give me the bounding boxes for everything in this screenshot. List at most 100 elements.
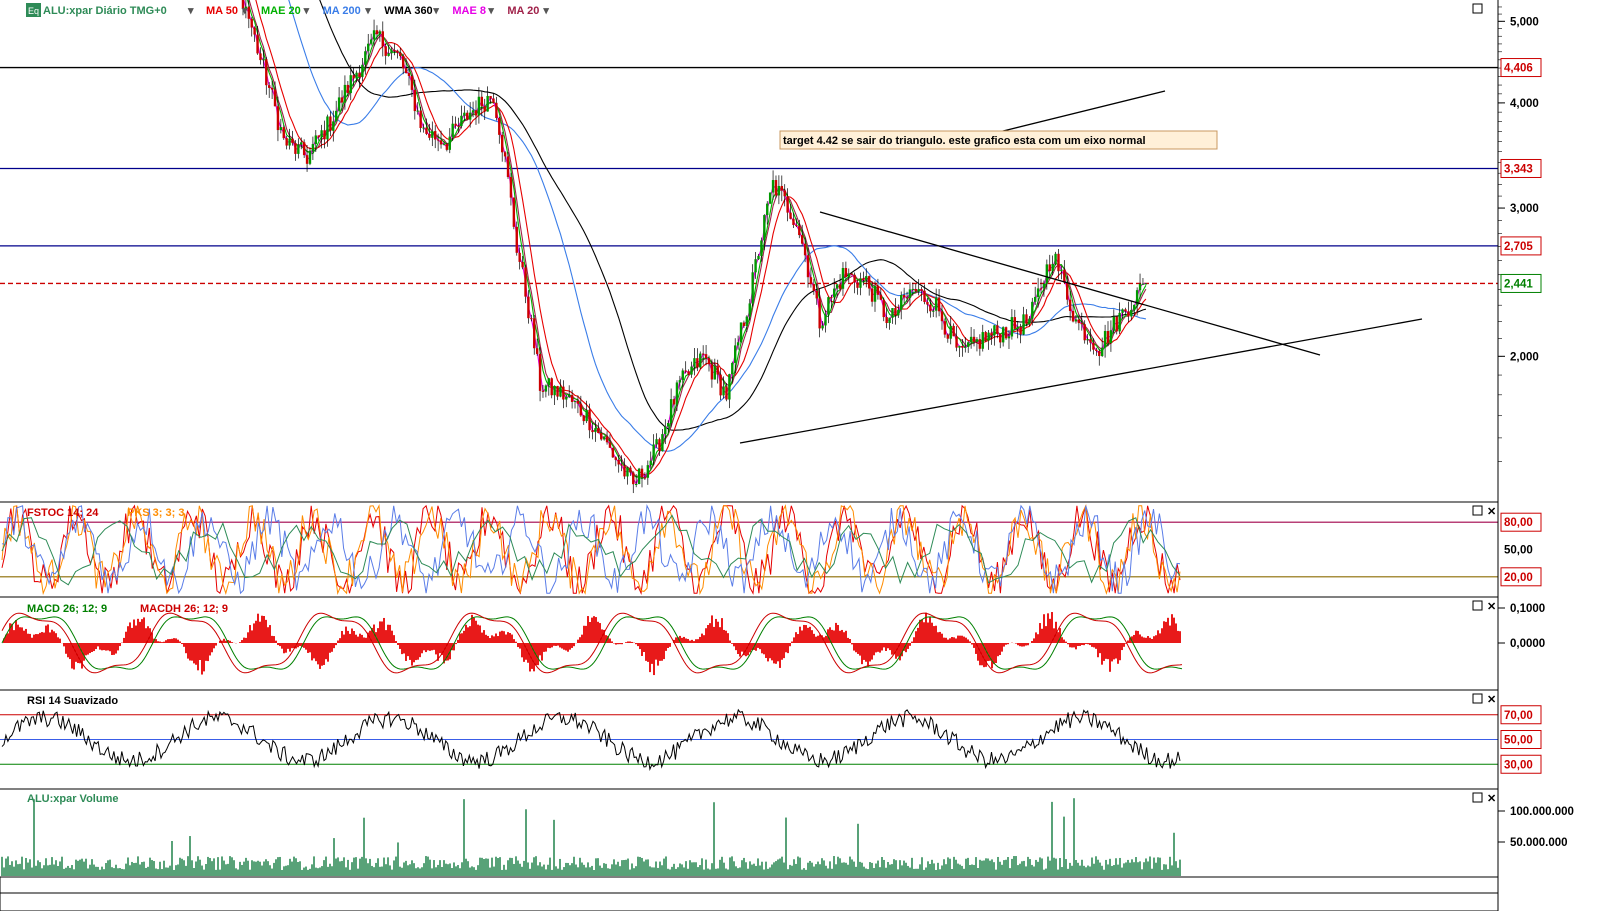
candle-body[interactable] [498,117,501,135]
candle-body[interactable] [381,31,384,47]
candle-body[interactable] [1036,288,1040,297]
close-pane-icon[interactable]: ✕ [1487,506,1496,518]
candle-body[interactable] [486,95,489,112]
candle-body[interactable] [774,180,778,196]
candle-body[interactable] [955,336,958,348]
candle-body[interactable] [681,370,684,381]
candle-body[interactable] [984,332,987,341]
candle-body[interactable] [535,348,539,354]
fstoc-title[interactable]: FSTOC 14; 24 [27,507,99,519]
candle-body[interactable] [1138,283,1142,291]
candle-body[interactable] [329,116,332,131]
macdh-title[interactable]: MACDH 26; 12; 9 [140,603,228,615]
candle-body[interactable] [669,399,673,423]
candle-body[interactable] [538,353,542,391]
candle-body[interactable] [404,68,408,74]
candle-body[interactable] [699,353,702,368]
candle-body[interactable] [454,123,457,126]
candle-body[interactable] [1133,304,1136,310]
candle-body[interactable] [731,362,734,375]
candle-body[interactable] [466,112,469,120]
close-pane-icon[interactable]: ✕ [1487,793,1496,805]
candle-body[interactable] [879,294,883,300]
candle-body[interactable] [617,459,620,465]
candle-body[interactable] [981,332,984,349]
candle-body[interactable] [920,289,923,291]
close-pane-icon[interactable]: ✕ [1487,601,1496,613]
candle-body[interactable] [897,309,900,316]
candle-body[interactable] [803,243,807,256]
candle-body[interactable] [806,255,810,278]
candle-body[interactable] [786,196,789,213]
candle-body[interactable] [492,98,495,103]
candle-body[interactable] [634,484,638,486]
candle-body[interactable] [585,409,588,422]
candle-body[interactable] [1074,319,1078,322]
candle-body[interactable] [853,274,856,283]
candle-body[interactable] [1039,288,1043,290]
candle-body[interactable] [474,110,478,116]
candle-body[interactable] [1092,342,1095,350]
candle-body[interactable] [1106,330,1110,343]
candle-body[interactable] [1130,309,1133,317]
candle-body[interactable] [384,46,387,56]
candle-body[interactable] [1001,327,1005,343]
candle-body[interactable] [431,131,434,138]
chevron-down-icon[interactable]: ▾ [303,5,310,17]
candle-body[interactable] [652,444,655,461]
candle-body[interactable] [626,467,629,477]
candle-body[interactable] [372,30,376,40]
candle-body[interactable] [579,403,583,416]
candle-body[interactable] [259,53,262,61]
candle-body[interactable] [859,278,862,288]
candle-body[interactable] [483,106,486,112]
candle-body[interactable] [827,297,830,315]
candle-body[interactable] [856,282,859,288]
candle-body[interactable] [308,150,312,164]
candle-body[interactable] [914,289,917,292]
candle-body[interactable] [978,339,982,349]
candle-body[interactable] [815,290,818,299]
candle-body[interactable] [567,394,571,397]
candle-body[interactable] [346,84,350,94]
candle-body[interactable] [1086,339,1089,341]
candle-body[interactable] [399,52,402,57]
candle-body[interactable] [830,297,833,299]
candle-body[interactable] [1007,336,1011,339]
candle-body[interactable] [789,212,792,219]
candle-body[interactable] [265,59,268,86]
candle-body[interactable] [448,136,451,150]
candle-body[interactable] [1141,283,1145,285]
candle-body[interactable] [623,465,626,477]
month-axis[interactable] [0,876,1499,894]
candle-body[interactable] [1071,310,1075,322]
candle-body[interactable] [436,139,440,141]
chevron-down-icon[interactable]: ▾ [487,5,494,17]
candle-body[interactable] [902,295,906,298]
candle-body[interactable] [1095,349,1098,351]
candle-body[interactable] [340,97,344,103]
candle-body[interactable] [1098,350,1101,357]
candle-body[interactable] [503,152,507,157]
candle-body[interactable] [544,385,548,392]
candle-body[interactable] [725,386,728,400]
candle-body[interactable] [314,135,318,145]
candle-body[interactable] [1057,253,1060,272]
candle-body[interactable] [1016,326,1019,329]
candle-body[interactable] [882,299,885,318]
candle-body[interactable] [358,72,361,77]
candle-body[interactable] [300,142,303,145]
candle-body[interactable] [323,130,326,140]
candle-body[interactable] [888,317,891,324]
candle-body[interactable] [361,64,364,77]
candle-body[interactable] [934,297,938,311]
candle-body[interactable] [766,203,769,216]
candle-body[interactable] [297,144,300,154]
candle-body[interactable] [282,127,285,139]
candle-body[interactable] [445,143,449,150]
candle-body[interactable] [1080,323,1083,325]
candle-body[interactable] [818,298,821,329]
candle-body[interactable] [713,366,717,380]
candle-body[interactable] [757,255,760,260]
candle-body[interactable] [943,321,947,335]
